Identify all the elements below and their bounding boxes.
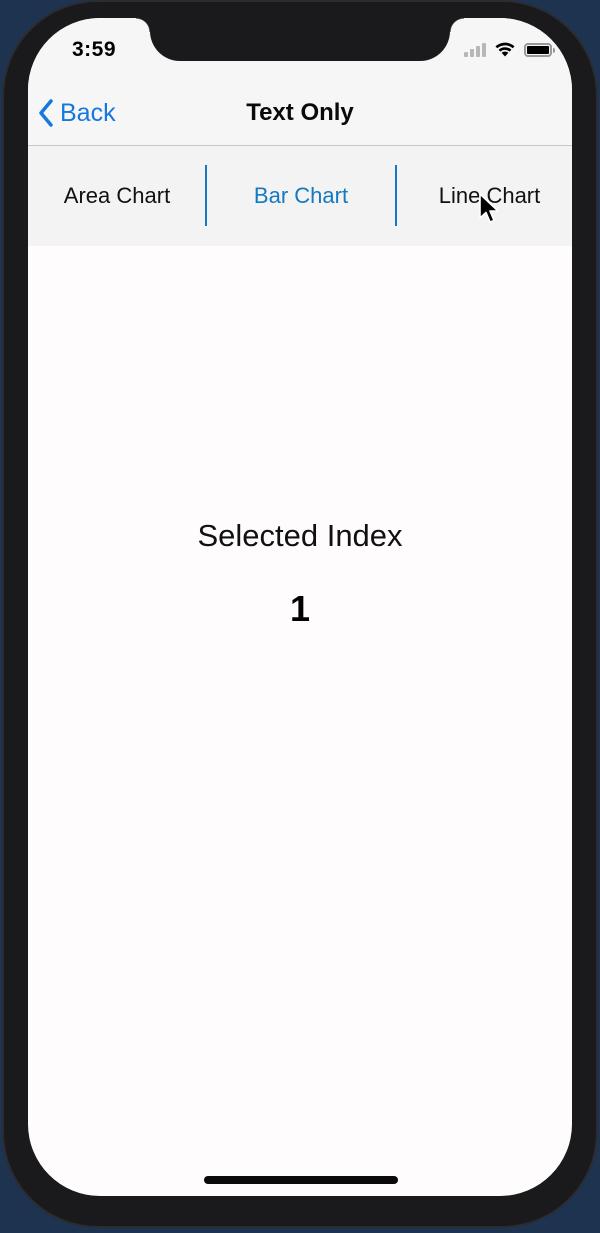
selected-index-value: 1 — [289, 588, 311, 629]
segment-bar-chart[interactable]: Bar Chart — [207, 146, 395, 246]
page-title: Text Only — [246, 99, 354, 126]
wifi-icon — [495, 42, 515, 57]
battery-icon — [524, 43, 555, 57]
mouse-cursor-icon — [479, 193, 499, 223]
home-indicator[interactable] — [204, 1176, 398, 1184]
status-time: 3:59 — [72, 38, 117, 61]
cellular-signal-icon — [464, 43, 486, 57]
selected-index-label: Selected Index — [197, 518, 403, 553]
status-icons — [464, 41, 555, 57]
device-notch — [136, 18, 464, 61]
navigation-bar: Back Text Only — [28, 80, 572, 146]
segment-area-chart[interactable]: Area Chart — [28, 146, 206, 246]
